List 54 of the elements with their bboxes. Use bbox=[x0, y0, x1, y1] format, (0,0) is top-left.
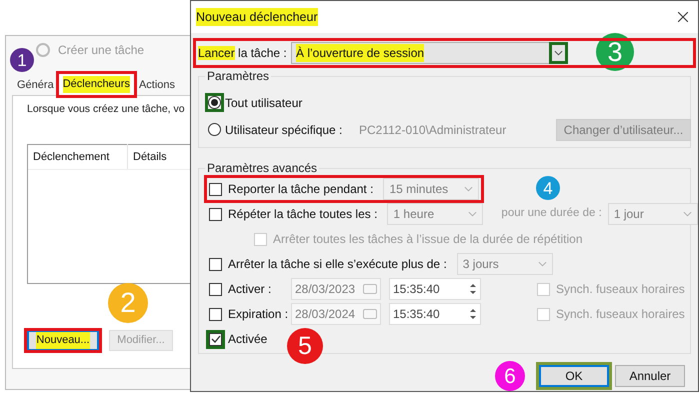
checkbox[interactable] bbox=[209, 182, 222, 196]
button[interactable]: Annuler bbox=[615, 365, 685, 387]
trigger-dropdown[interactable]: À l’ouverture de session bbox=[291, 42, 568, 64]
window-title: Créer une tâche bbox=[58, 42, 144, 58]
dropdown[interactable]: 15 minutes bbox=[383, 178, 480, 200]
calendar-icon bbox=[363, 309, 377, 319]
checkbox[interactable] bbox=[209, 282, 222, 296]
dropdown[interactable]: 1 jour bbox=[608, 203, 698, 225]
tab[interactable]: Généra bbox=[13, 75, 58, 95]
tab[interactable]: Actions bbox=[134, 75, 180, 95]
user-name: PC2112-010\Administrateur bbox=[359, 122, 508, 138]
group-title: Paramètres bbox=[205, 69, 272, 83]
option-label: Arrêter la tâche si elle s’exécute plus de : bbox=[228, 256, 448, 273]
column-header[interactable]: Déclenchement bbox=[28, 144, 128, 170]
checkbox[interactable] bbox=[209, 208, 222, 220]
option-label: Arrêter toutes les tâches à l’issue de la durée de répétition bbox=[273, 231, 583, 248]
spinner-icon[interactable] bbox=[469, 307, 477, 321]
field-label: Lancer la tâche : bbox=[198, 45, 288, 62]
option-label: Activée bbox=[228, 331, 268, 348]
check-icon bbox=[210, 334, 220, 344]
chevron-down-icon bbox=[554, 50, 563, 56]
dialog-title: Nouveau déclencheur bbox=[196, 8, 318, 26]
option-label: Utilisateur spécifique : bbox=[225, 122, 344, 138]
option-label: Tout utilisateur bbox=[225, 94, 304, 112]
checkbox[interactable] bbox=[209, 258, 222, 270]
option-label: Activer : bbox=[228, 281, 272, 298]
option-label: Reporter la tâche pendant : bbox=[228, 181, 374, 198]
description-text: Lorsque vous créez une tâche, vo bbox=[27, 102, 186, 117]
button[interactable]: Nouveau... bbox=[27, 330, 99, 351]
chevron-down-icon bbox=[468, 211, 478, 217]
time-field[interactable]: 15:35:40 bbox=[389, 278, 481, 300]
column-header[interactable]: Détails bbox=[128, 144, 178, 170]
dropdown[interactable]: 3 jours bbox=[456, 253, 553, 275]
date-field[interactable]: 28/03/2023 bbox=[291, 278, 381, 300]
option-label: Expiration : bbox=[228, 306, 285, 323]
spinner-icon[interactable] bbox=[469, 282, 477, 296]
radio-button[interactable] bbox=[208, 96, 221, 109]
option-label: Synch. fuseaux horaires bbox=[556, 281, 685, 298]
chevron-down-icon bbox=[464, 186, 474, 192]
dropdown[interactable]: 1 heure bbox=[387, 203, 484, 225]
chevron-down-icon bbox=[682, 211, 692, 217]
time-field[interactable]: 15:35:40 bbox=[389, 303, 481, 325]
tab[interactable]: Déclencheurs bbox=[58, 73, 135, 95]
chevron-down-icon bbox=[538, 261, 547, 267]
option-label: pour une durée de : bbox=[501, 206, 602, 222]
calendar-icon bbox=[363, 284, 377, 294]
option-label: Répéter la tâche toutes les : bbox=[228, 206, 378, 223]
checkbox[interactable] bbox=[209, 308, 222, 320]
option-label: Synch. fuseaux horaires bbox=[556, 306, 685, 323]
radio-button[interactable] bbox=[208, 123, 221, 136]
date-field[interactable]: 28/03/2024 bbox=[291, 303, 381, 325]
button[interactable]: OK bbox=[539, 365, 609, 387]
close-icon[interactable] bbox=[678, 12, 688, 22]
group-title: Paramètres avancés bbox=[205, 161, 320, 175]
